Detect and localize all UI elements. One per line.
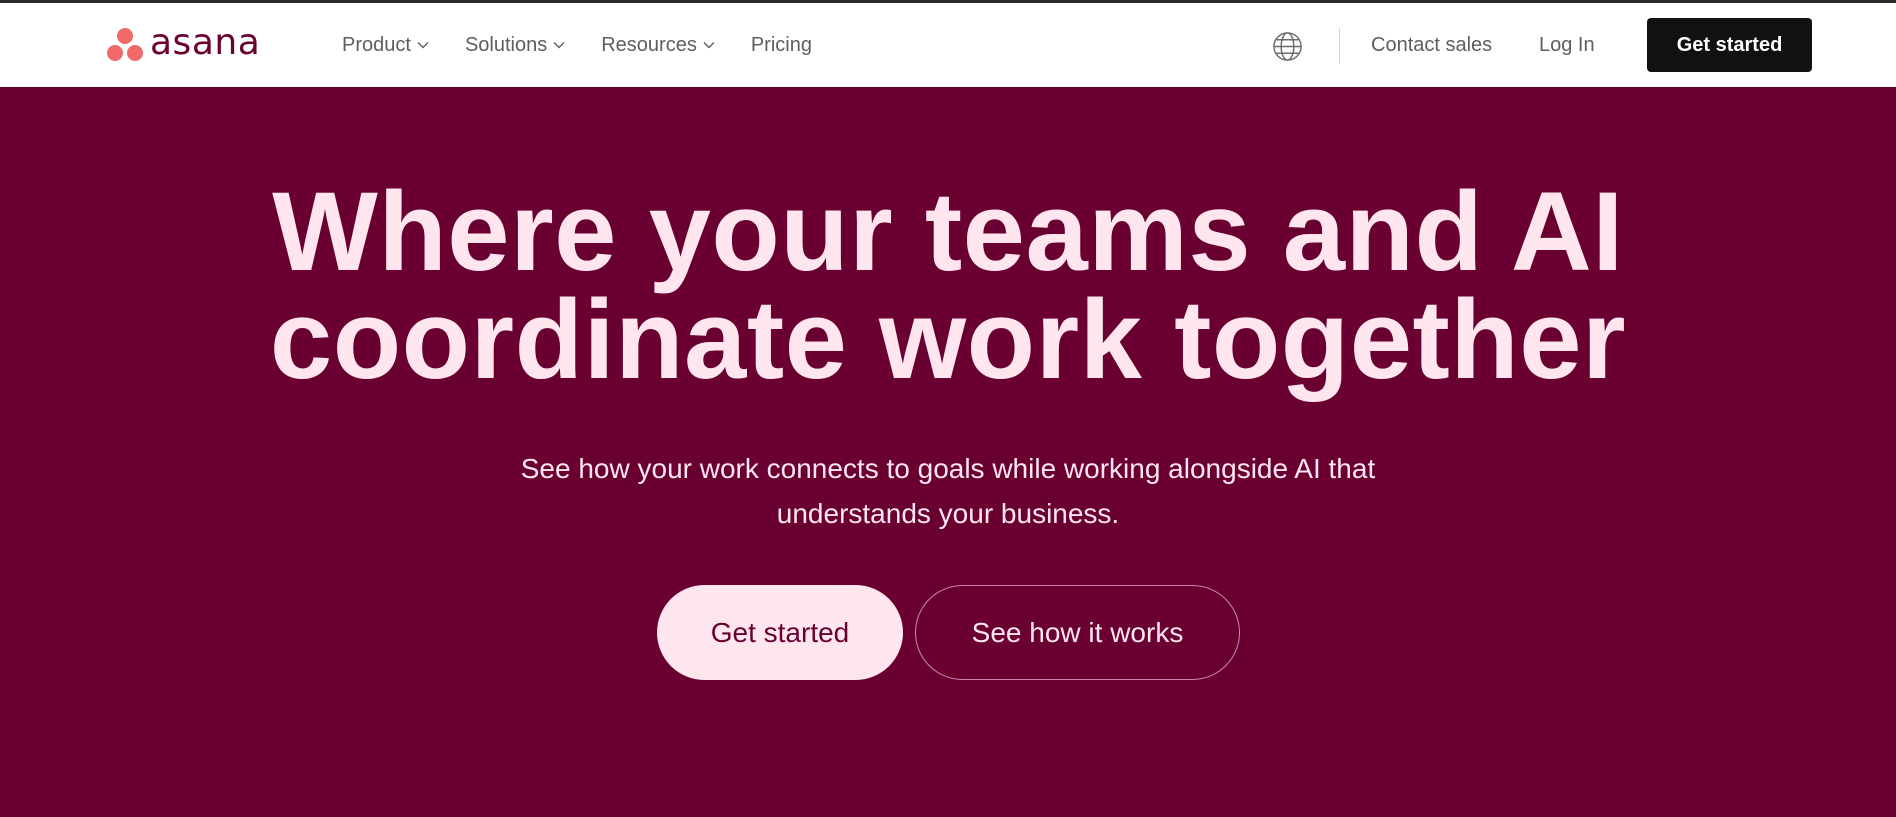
asana-wordmark: asana bbox=[150, 22, 261, 63]
nav-item-solutions[interactable]: Solutions bbox=[465, 34, 565, 57]
hero-title-line: Where your teams and AI bbox=[272, 169, 1624, 294]
nav-item-pricing[interactable]: Pricing bbox=[751, 34, 812, 57]
main-nav: Product Solutions Resources Pricing bbox=[342, 3, 848, 87]
nav-divider bbox=[1339, 28, 1340, 64]
hero-subtitle: See how your work connects to goals whil… bbox=[0, 446, 1896, 536]
contact-sales-link[interactable]: Contact sales bbox=[1371, 34, 1492, 57]
asana-logo[interactable]: asana bbox=[106, 22, 261, 63]
globe-icon[interactable] bbox=[1272, 31, 1303, 62]
nav-item-label: Pricing bbox=[750, 33, 812, 56]
chevron-down-icon bbox=[417, 42, 429, 49]
nav-item-label: Solutions bbox=[464, 33, 548, 56]
chevron-down-icon bbox=[703, 42, 715, 49]
hero-subtitle-line: understands your business. bbox=[776, 498, 1120, 529]
chevron-down-icon bbox=[553, 42, 565, 49]
hero-title: Where your teams and AI coordinate work … bbox=[0, 169, 1896, 402]
hero-subtitle-line: See how your work connects to goals whil… bbox=[520, 453, 1376, 484]
nav-item-resources[interactable]: Resources bbox=[601, 34, 715, 57]
nav-item-product[interactable]: Product bbox=[342, 34, 429, 57]
hero-title-line: coordinate work together bbox=[269, 277, 1627, 402]
hero-get-started-button[interactable]: Get started bbox=[657, 585, 903, 680]
nav-item-label: Resources bbox=[601, 33, 697, 56]
nav-get-started-button[interactable]: Get started bbox=[1647, 18, 1812, 72]
nav-item-label: Product bbox=[342, 33, 411, 56]
login-link[interactable]: Log In bbox=[1539, 34, 1595, 57]
see-how-it-works-button[interactable]: See how it works bbox=[915, 585, 1240, 680]
top-navbar: asana Product Solutions Resources Pricin… bbox=[0, 3, 1896, 87]
asana-logo-icon bbox=[107, 28, 143, 61]
